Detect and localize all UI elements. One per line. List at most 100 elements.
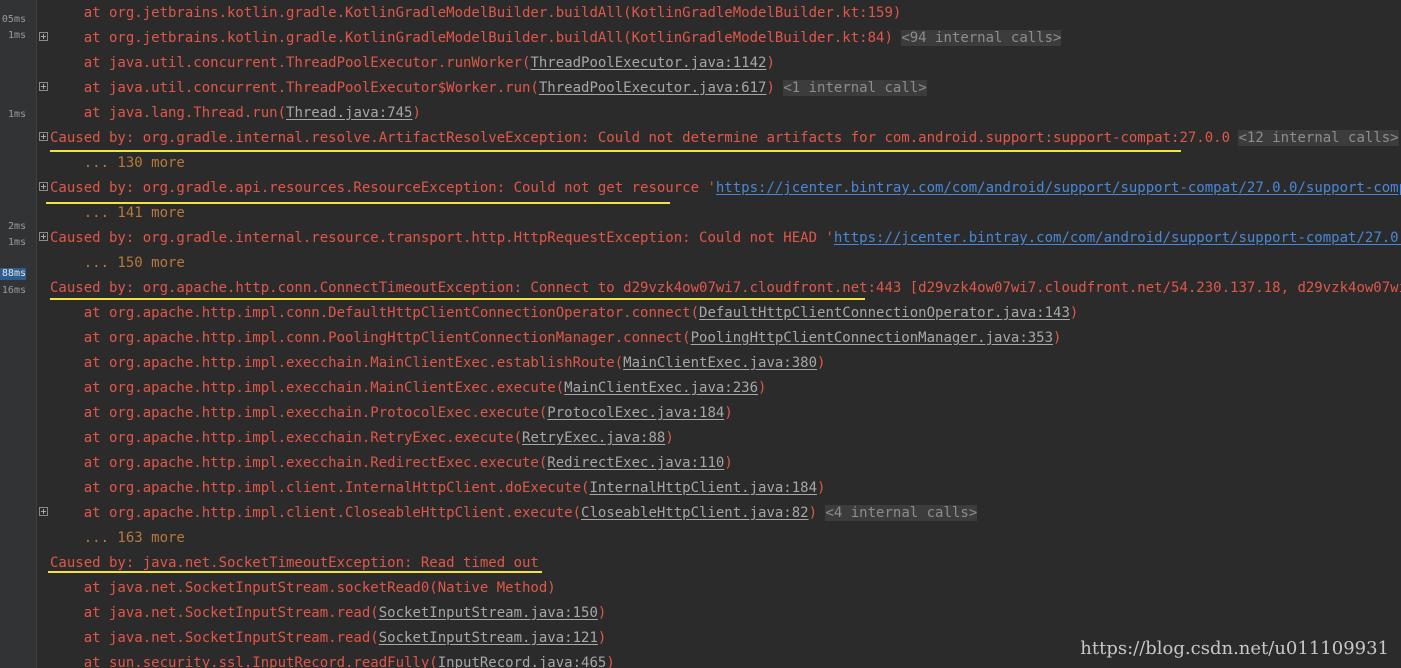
line-text: ... 130 more [50,155,185,171]
internal-calls-badge[interactable]: <4 internal calls> [825,505,978,521]
line-text-suffix: ) [766,80,775,96]
timing-label: 2ms [7,221,26,232]
fold-expand-icon[interactable] [39,232,48,241]
source-link[interactable]: SocketInputStream.java:150 [379,605,598,621]
line-text: at java.net.SocketInputStream.read( [50,605,379,621]
line-text: at org.apache.http.impl.execchain.RetryE… [50,430,523,446]
stack-frame-line: at org.apache.http.impl.execchain.Redire… [36,451,1401,476]
more-line: ... 163 more [36,526,1401,551]
stack-frame-line: at java.util.concurrent.ThreadPoolExecut… [36,51,1401,76]
line-text: at org.apache.http.impl.conn.DefaultHttp… [50,305,700,321]
line-text: ... 163 more [50,530,185,546]
caused-by-line: Caused by: org.gradle.internal.resource.… [36,226,1401,251]
line-text: at org.apache.http.impl.client.Closeable… [50,505,582,521]
source-link[interactable]: Thread.java:745 [286,105,412,121]
source-link[interactable]: MainClientExec.java:380 [623,355,817,371]
stack-frame-line: at org.apache.http.impl.execchain.MainCl… [36,351,1401,376]
more-line: ... 150 more [36,251,1401,276]
line-text-suffix: ) [817,355,826,371]
line-text: at org.apache.http.impl.execchain.Protoc… [50,405,548,421]
line-text: ... 141 more [50,205,185,221]
line-text-suffix: ) [597,630,607,646]
fold-expand-icon[interactable] [39,32,48,41]
stack-frame-line: at java.lang.Thread.run(Thread.java:745) [36,101,1401,126]
internal-calls-badge[interactable]: <12 internal calls> [1238,130,1399,146]
line-text: at java.lang.Thread.run( [50,105,287,121]
timing-label: 16ms [1,285,26,296]
stack-frame-line: at org.apache.http.impl.conn.PoolingHttp… [36,326,1401,351]
source-link[interactable]: ThreadPoolExecutor.java:1142 [530,55,766,71]
line-text: Caused by: java.net.SocketTimeoutExcepti… [50,555,539,571]
fold-expand-icon[interactable] [39,507,48,516]
line-text: Caused by: org.gradle.internal.resource.… [50,230,834,246]
url-link[interactable]: https://jcenter.bintray.com/com/android/… [716,180,1401,196]
line-text: ... 150 more [50,255,185,271]
line-text: Caused by: org.gradle.api.resources.Reso… [50,180,716,196]
caused-by-line: Caused by: org.apache.http.conn.ConnectT… [36,276,1401,301]
timing-label: 05ms [1,14,26,25]
line-text: at org.apache.http.impl.client.InternalH… [50,480,590,496]
source-link[interactable]: RetryExec.java:88 [522,430,665,446]
source-link[interactable]: DefaultHttpClientConnectionOperator.java… [699,305,1070,321]
internal-calls-badge[interactable]: <94 internal calls> [901,30,1062,46]
line-text: at java.util.concurrent.ThreadPoolExecut… [50,80,539,96]
line-text: at sun.security.ssl.InputRecord.readFull… [50,655,438,668]
caused-by-line: Caused by: org.gradle.api.resources.Reso… [36,176,1401,201]
more-line: ... 141 more [36,201,1401,226]
source-link[interactable]: InputRecord.java:465 [438,655,607,668]
line-text: at java.net.SocketInputStream.socketRead… [50,580,556,596]
line-text: Caused by: org.gradle.internal.resolve.A… [50,130,1231,146]
fold-expand-icon[interactable] [39,182,48,191]
line-text: at java.net.SocketInputStream.read( [50,630,379,646]
line-text: at org.jetbrains.kotlin.gradle.KotlinGra… [50,5,902,21]
caused-by-line: Caused by: java.net.SocketTimeoutExcepti… [36,551,1401,576]
source-link[interactable]: PoolingHttpClientConnectionManager.java:… [691,330,1053,346]
watermark: https://blog.csdn.net/u011109931 [1080,638,1389,659]
source-link[interactable]: ProtocolExec.java:184 [547,405,724,421]
line-text-suffix: ) [817,480,826,496]
url-link[interactable]: https://jcenter.bintray.com/com/android/… [834,230,1401,246]
line-text: Caused by: org.apache.http.conn.ConnectT… [50,280,1401,296]
line-text: at org.jetbrains.kotlin.gradle.KotlinGra… [50,30,893,46]
line-text-suffix: ) [758,380,767,396]
fold-expand-icon[interactable] [39,82,48,91]
more-line: ... 130 more [36,151,1401,176]
stack-frame-line: at java.net.SocketInputStream.read(Socke… [36,601,1401,626]
line-text: at org.apache.http.impl.execchain.MainCl… [50,380,565,396]
gutter: 05ms 1ms 1ms 2ms 1ms 88ms 16ms [0,0,37,668]
line-text-suffix: ) [808,505,818,521]
line-text-suffix: ) [724,455,733,471]
caused-by-line: Caused by: org.gradle.internal.resolve.A… [36,126,1401,151]
source-link[interactable]: CloseableHttpClient.java:82 [581,505,809,521]
line-text-suffix: ) [606,655,615,668]
stack-frame-line: at org.apache.http.impl.execchain.RetryE… [36,426,1401,451]
line-text: at org.apache.http.impl.execchain.MainCl… [50,355,624,371]
stack-frame-line: at java.net.SocketInputStream.socketRead… [36,576,1401,601]
stack-frame-line: at org.apache.http.impl.conn.DefaultHttp… [36,301,1401,326]
stack-frame-line: at org.apache.http.impl.execchain.Protoc… [36,401,1401,426]
console-output[interactable]: at org.jetbrains.kotlin.gradle.KotlinGra… [36,0,1401,668]
line-text-suffix: ) [412,105,421,121]
timing-label: 1ms [7,109,26,120]
line-text-suffix: ) [1069,305,1079,321]
line-text-suffix: ) [766,55,775,71]
internal-calls-badge[interactable]: <1 internal call> [783,80,927,96]
timing-label: 1ms [7,237,26,248]
source-link[interactable]: InternalHttpClient.java:184 [589,480,817,496]
line-text: at org.apache.http.impl.conn.PoolingHttp… [50,330,691,346]
line-text-suffix: ) [597,605,607,621]
stack-frame-line: at org.apache.http.impl.client.InternalH… [36,476,1401,501]
timing-label-selected[interactable]: 88ms [0,268,26,280]
stack-frame-line: at org.apache.http.impl.execchain.MainCl… [36,376,1401,401]
line-text: at org.apache.http.impl.execchain.Redire… [50,455,548,471]
source-link[interactable]: ThreadPoolExecutor.java:617 [539,80,767,96]
stack-frame-line: at org.apache.http.impl.client.Closeable… [36,501,1401,526]
line-text: at java.util.concurrent.ThreadPoolExecut… [50,55,531,71]
source-link[interactable]: SocketInputStream.java:121 [379,630,598,646]
fold-expand-icon[interactable] [39,132,48,141]
line-text-suffix: ) [1053,330,1062,346]
source-link[interactable]: MainClientExec.java:236 [564,380,758,396]
source-link[interactable]: RedirectExec.java:110 [547,455,724,471]
timing-label: 1ms [7,30,26,41]
line-text-suffix: ) [724,405,733,421]
